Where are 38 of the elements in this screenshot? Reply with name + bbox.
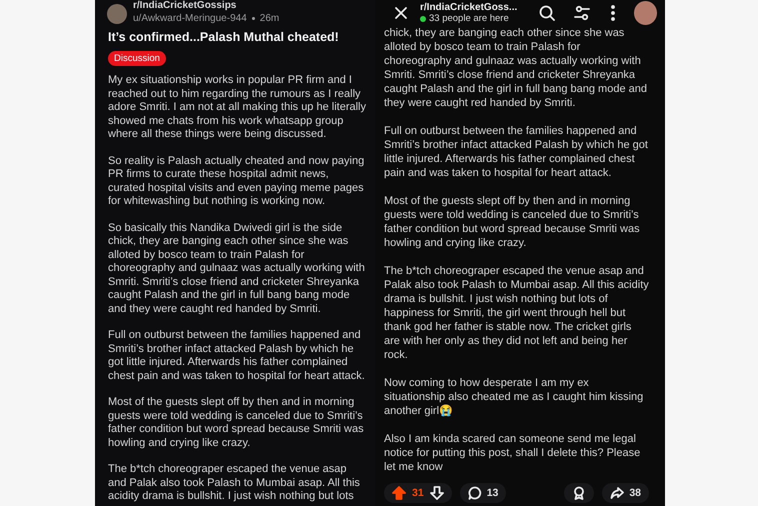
share-count: 38 [629, 487, 641, 499]
share-icon [610, 486, 624, 500]
comment-icon [468, 486, 482, 500]
post-paragraph: The b*tch choreograper escaped the venue asap and Palak also took Palash to Mumbai asap. All this acidity drama is bullshit. I just wish nothing but lots of happiness for Smriti, the girl went through hell but thank god her father is stable now. The cricket girls are with her only as they did not left and being her rock. [384, 264, 649, 362]
award-button[interactable] [564, 483, 594, 503]
search-icon[interactable] [538, 5, 555, 21]
separator-dot [252, 17, 255, 20]
post-paragraph: The b*tch choreograper escaped the venue asap and Palak also took Palash to Mumbai asap. All this acidity drama is bullshit. I just wish nothing but lots [108, 463, 361, 504]
upvote-count: 31 [412, 487, 424, 499]
post-paragraph: chick, they are banging each other since she was alloted by bosco team to train Palash for choreography and gulnaaz was actually working with Smriti. Smriti’s close friend and cricketer Shreyanka caught Palash and the girl in full bang bang mode and they were caught red handed by Smriti. [384, 26, 648, 110]
post-paragraph: So reality is Palash actually cheated and now paying PR firms to curate these hospital admit news, curated hospital visits and even paying meme pages for whitewashing but nothing is working now. [108, 154, 366, 208]
post-title: It’s confirmed...Palash Muthal cheated! [108, 30, 340, 45]
online-dot [420, 16, 426, 22]
upvote-icon[interactable] [392, 486, 406, 500]
post-paragraph: My ex situationship works in popular PR firm and I reached out to him regarding the rumours as I really adore Smriti. I am not at all making this up he literally showed me chats from his work whatsapp group where all these things were being discussed. [108, 74, 367, 142]
post-paragraph: Also I am kinda scared can someone send me legal notice for putting this post, shall I delete this? Please let me know [384, 432, 642, 474]
post-paragraph: Most of the guests slept off by then and in morning guests were told wedding is canceled due to Smriti’s father condition but word spread because Smriti was howling and crying like crazy. [108, 396, 365, 450]
online-count: 33 people are here [429, 12, 509, 24]
avatar[interactable] [634, 1, 657, 25]
downvote-icon[interactable] [430, 486, 444, 500]
comments-button[interactable]: 13 [460, 483, 506, 503]
flair-tag[interactable]: Discussion [108, 51, 166, 66]
award-icon [572, 486, 586, 500]
username[interactable]: u/Awkward-Meringue-944 [133, 12, 247, 25]
subreddit-name[interactable]: r/IndiaCricketGossips [133, 0, 280, 12]
post-paragraph: Most of the guests slept off by then and in morning guests were told wedding is canceled due to Smriti’s father condition but word spread because Smriti was howling and crying like crazy. [384, 194, 641, 250]
post-paragraph: Full on outburst between the families happened and Smriti’s brother infact attacked Palash by which he got little injured. Afterwards his father complained chest pain and was taken to hospital for heart attack. [108, 329, 366, 383]
close-icon[interactable] [394, 6, 408, 20]
post-paragraph: Now coming to how desperate I am my ex situationship also cheated me as I caught him kissing another girl😭 [384, 376, 644, 418]
post-paragraph: Full on outburst between the families happened and Smriti’s brother infact attacked Palash by which he got little injured. Afterwards his father complained chest pain and was taken to hospital for heart attack. [384, 124, 649, 180]
sliders-icon[interactable] [574, 5, 590, 21]
more-icon[interactable] [610, 5, 615, 21]
post-time: 26m [260, 12, 280, 25]
subreddit-name[interactable]: r/IndiaCricketGoss... [420, 2, 525, 12]
avatar[interactable] [107, 4, 127, 24]
post-paragraph: So basically this Nandika Dwivedi girl is the side chick, they are banging each other since she was alloted by bosco team to train Palash for choreography and gulnaaz was actually working with Smriti. Smriti’s close friend and cricketer Shreyanka caught Palash and the girl in full bang bang mode and they were caught red handed by Smriti. [108, 222, 366, 316]
comment-count: 13 [486, 487, 498, 499]
share-button[interactable]: 38 [602, 483, 649, 503]
